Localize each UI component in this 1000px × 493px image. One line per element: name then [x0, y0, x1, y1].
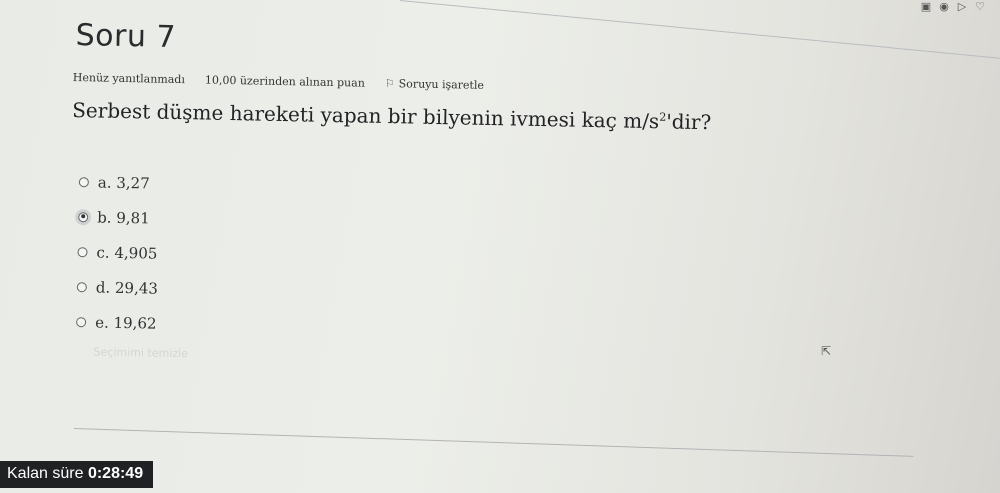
option-label: a. 3,27 — [97, 172, 150, 192]
option-label: c. 4,905 — [96, 242, 158, 263]
flag-question-label: Soruyu işaretle — [398, 77, 485, 92]
question-panel: Soru 7 Henüz yanıtlanmadı 10,00 üzerinde… — [67, 18, 953, 375]
option-label: d. 29,43 — [95, 277, 159, 298]
question-main: Serbest düşme hareketi yapan bir bilyeni… — [72, 97, 660, 134]
mouse-cursor-icon: ⇱ — [821, 344, 832, 358]
option-label: b. 9,81 — [97, 207, 150, 227]
flag-icon: ⚐ — [384, 76, 395, 91]
heart-icon[interactable]: ♡ — [974, 0, 986, 13]
radio-button[interactable] — [76, 281, 87, 292]
section-divider — [73, 428, 914, 457]
answer-status: Henüz yanıtlanmadı — [72, 70, 186, 87]
timer-value: 0:28:49 — [87, 465, 144, 482]
question-text: Serbest düşme hareketi yapan bir bilyeni… — [72, 98, 952, 139]
radio-button[interactable] — [76, 316, 87, 327]
square-icon[interactable]: ▣ — [920, 0, 932, 13]
question-suffix: 'dir? — [665, 109, 712, 135]
radio-button[interactable] — [77, 246, 88, 257]
radio-button-selected[interactable] — [78, 211, 89, 222]
radio-button[interactable] — [78, 176, 89, 187]
question-title: Soru 7 — [75, 18, 177, 55]
circle-icon[interactable]: ◉ — [938, 0, 950, 13]
option-label: e. 19,62 — [94, 312, 157, 333]
play-icon[interactable]: ▷ — [956, 0, 968, 13]
points-text: 10,00 üzerinden alınan puan — [204, 73, 365, 90]
flag-question-link[interactable]: ⚐ Soruyu işaretle — [385, 77, 484, 92]
answer-options: a. 3,27 b. 9,81 c. 4,905 d. 29,43 e. 19,… — [76, 164, 951, 356]
top-toolbar: ▣ ◉ ▷ ♡ — [920, 0, 986, 13]
timer-label: Kalan süre — [7, 465, 84, 482]
question-info: Henüz yanıtlanmadı 10,00 üzerinden alına… — [73, 71, 953, 101]
timer-badge: Kalan süre 0:28:49 — [0, 461, 154, 488]
